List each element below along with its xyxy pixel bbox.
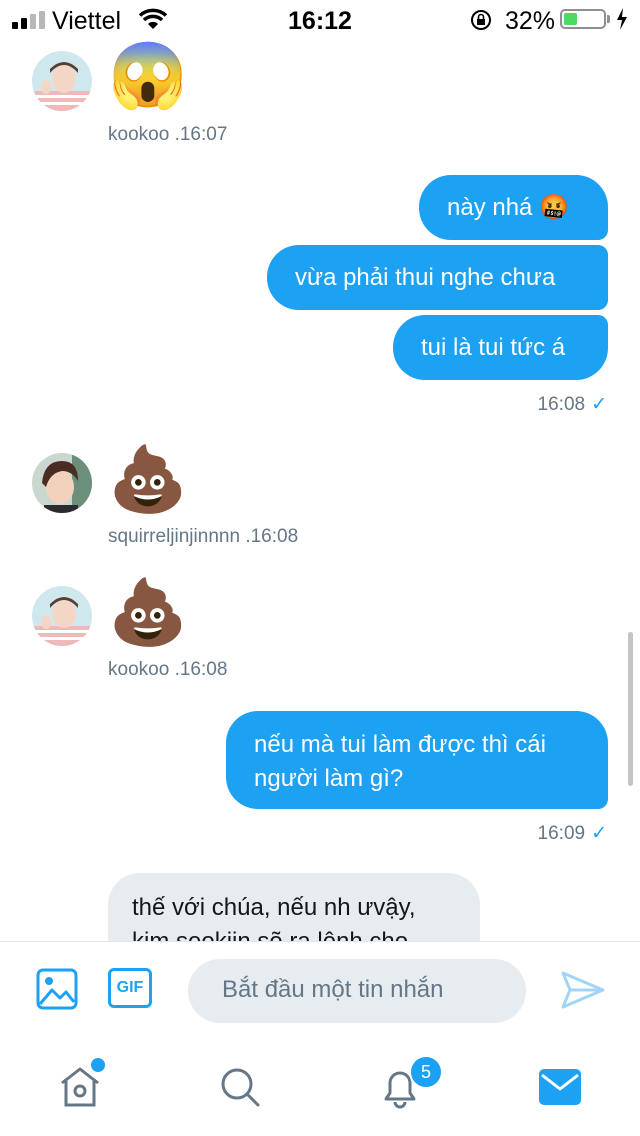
sent-check-icon: ✓	[591, 823, 607, 844]
outgoing-bubble[interactable]: tui là tui tức á	[393, 315, 608, 380]
battery-percent: 32%	[505, 7, 556, 35]
message-meta: squirreljinjinnnn .16:08	[108, 526, 299, 547]
avatar-squirreljinjinnnn[interactable]	[32, 453, 92, 513]
image-icon[interactable]	[36, 968, 78, 1010]
avatar-kookoo[interactable]	[32, 51, 92, 111]
message-emoji: 😱	[108, 39, 188, 111]
message-time: 16:09	[537, 823, 586, 844]
bubble-text: vừa phải thui nghe chưa	[295, 264, 556, 291]
gif-button[interactable]: GIF	[108, 968, 152, 1008]
orientation-lock-icon	[471, 10, 491, 30]
bubble-text: nếu mà tui làm được thì cái người làm gì…	[254, 731, 546, 792]
avatar-kookoo[interactable]	[32, 586, 92, 646]
message-emoji: 💩	[108, 576, 188, 648]
home-new-dot	[89, 1056, 107, 1074]
sender-name: squirreljinjinnnn	[108, 526, 241, 547]
message-status: 16:09 ✓	[538, 822, 607, 845]
message-input-placeholder: Bắt đầu một tin nhắn	[222, 976, 444, 1003]
sent-check-icon: ✓	[591, 394, 607, 415]
bubble-text: tui là tui tức á	[421, 334, 566, 361]
message-composer: GIF Bắt đầu một tin nhắn	[0, 941, 640, 1042]
outgoing-bubble[interactable]: nếu mà tui làm được thì cái người làm gì…	[226, 711, 608, 809]
message-time: 16:08	[179, 659, 228, 680]
search-icon[interactable]	[218, 1065, 262, 1109]
send-icon[interactable]	[560, 970, 606, 1010]
message-meta: kookoo .16:07	[108, 124, 228, 145]
message-time: 16:08	[250, 526, 299, 547]
message-meta: kookoo .16:08	[108, 659, 228, 680]
tab-bar: 5	[0, 1041, 640, 1136]
sender-name: kookoo	[108, 659, 170, 680]
message-time: 16:08	[537, 394, 586, 415]
bubble-text: này nhá 🤬	[447, 194, 569, 221]
status-bar: Viettel 16:12 32%	[0, 0, 640, 40]
charging-icon	[617, 8, 627, 30]
outgoing-bubble[interactable]: này nhá 🤬	[419, 175, 608, 240]
message-time: 16:07	[179, 124, 228, 145]
sender-name: kookoo	[108, 124, 170, 145]
outgoing-bubble[interactable]: vừa phải thui nghe chưa	[267, 245, 608, 310]
messages-icon[interactable]	[539, 1067, 581, 1107]
message-status: 16:08 ✓	[538, 393, 607, 416]
message-emoji: 💩	[108, 443, 188, 515]
battery-icon	[560, 9, 606, 29]
scrollbar[interactable]	[628, 632, 633, 786]
notifications-badge: 5	[409, 1055, 443, 1089]
message-input[interactable]: Bắt đầu một tin nhắn	[188, 959, 526, 1023]
